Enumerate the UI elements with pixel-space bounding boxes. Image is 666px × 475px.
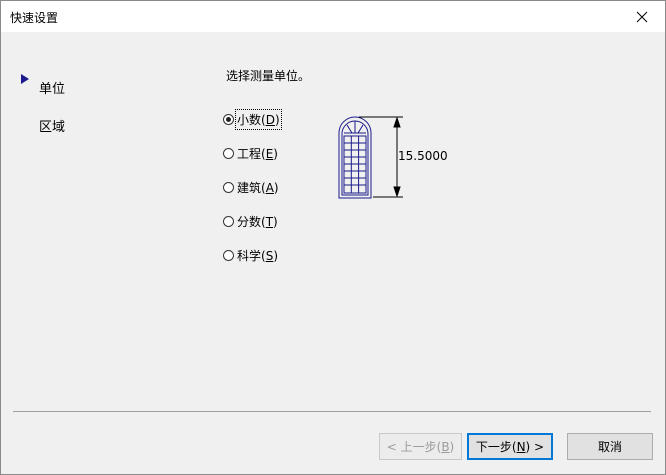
radio-label: 科学(S) <box>237 248 278 263</box>
radio-architectural[interactable]: 建筑(A) <box>223 178 279 196</box>
radio-engineering[interactable]: 工程(E) <box>223 144 278 162</box>
close-button[interactable] <box>619 1 665 32</box>
title-bar: 快速设置 <box>1 1 665 32</box>
radio-fractional[interactable]: 分数(T) <box>223 212 278 230</box>
current-step-marker-icon <box>21 74 29 84</box>
radio-button[interactable] <box>223 147 234 159</box>
radio-label: 工程(E) <box>237 146 278 161</box>
window-title: 快速设置 <box>10 11 59 25</box>
radio-decimal[interactable]: 小数(D) <box>223 108 282 130</box>
radio-button[interactable] <box>223 113 234 125</box>
nav-item-area[interactable]: 区域 <box>39 116 65 135</box>
divider <box>13 411 651 412</box>
next-button[interactable]: 下一步(N) > <box>467 433 553 460</box>
close-icon <box>636 11 648 22</box>
units-prompt: 选择测量单位。 <box>226 69 311 83</box>
radio-button[interactable] <box>223 249 234 261</box>
nav-item-units[interactable]: 单位 <box>39 78 65 97</box>
radio-button[interactable] <box>223 181 234 193</box>
radio-label: 小数(D) <box>235 108 282 130</box>
preview-dimension-value: 15.5000 <box>398 149 448 163</box>
cancel-button[interactable]: 取消 <box>567 433 653 460</box>
radio-button[interactable] <box>223 215 234 227</box>
radio-scientific[interactable]: 科学(S) <box>223 246 278 264</box>
quick-setup-dialog: 快速设置 单位 区域 选择测量单位。 小数(D) 工程(E) 建筑(A) 分数(… <box>0 0 666 475</box>
back-button[interactable]: < 上一步(B) <box>379 433 462 460</box>
radio-label: 建筑(A) <box>237 180 279 195</box>
radio-label: 分数(T) <box>237 214 278 229</box>
